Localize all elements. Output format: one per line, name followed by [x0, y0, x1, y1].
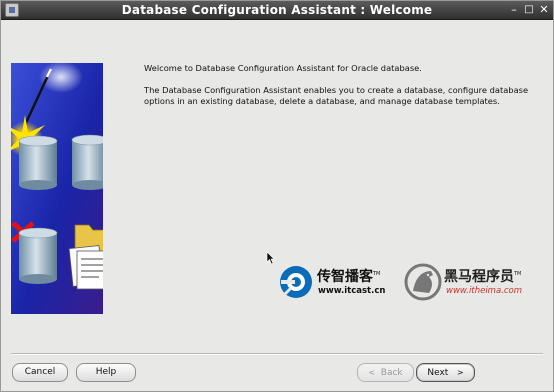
next-button[interactable]: Next >	[416, 363, 475, 382]
back-arrow-icon: <	[368, 368, 376, 377]
description-text: The Database Configuration Assistant ena…	[144, 85, 529, 106]
cancel-button[interactable]: Cancel	[12, 363, 68, 382]
maximize-icon[interactable]: □	[521, 2, 537, 18]
window-title: Database Configuration Assistant : Welco…	[121, 3, 433, 17]
welcome-text: Welcome to Database Configuration Assist…	[144, 63, 422, 73]
help-button[interactable]: Help	[76, 363, 136, 382]
itheima-watermark: 黑马程序员TM www.itheima.com	[403, 263, 533, 303]
dbca-window: Database Configuration Assistant : Welco…	[0, 0, 554, 392]
itcast-logo-icon	[280, 266, 312, 298]
back-label: Back	[380, 368, 403, 378]
itcast-watermark: 传智播客TM www.itcast.cn	[277, 263, 403, 303]
itheima-horse-icon	[404, 263, 442, 301]
title-bar[interactable]: Database Configuration Assistant : Welco…	[1, 1, 553, 20]
dbca-illustration	[11, 63, 103, 314]
itcast-url: www.itcast.cn	[318, 286, 386, 296]
itheima-name: 黑马程序员TM	[444, 269, 522, 285]
next-arrow-icon: >	[456, 368, 464, 377]
next-label: Next	[427, 368, 449, 378]
minimize-icon[interactable]: –	[506, 2, 522, 18]
footer-divider	[11, 353, 543, 355]
itheima-url: www.itheima.com	[446, 286, 523, 296]
itcast-name: 传智播客TM	[317, 269, 381, 285]
back-button[interactable]: < Back	[357, 363, 414, 382]
mouse-cursor-icon	[266, 251, 275, 265]
close-icon[interactable]: ✕	[536, 2, 552, 18]
